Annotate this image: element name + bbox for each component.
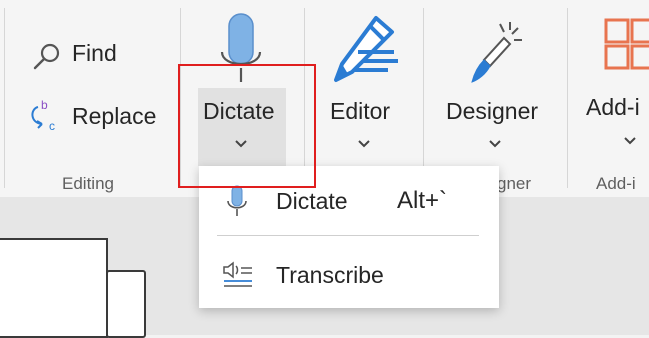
menu-item-transcribe[interactable]: Transcribe — [199, 248, 499, 302]
chevron-down-icon[interactable] — [488, 139, 502, 149]
menu-divider — [217, 235, 479, 236]
find-button[interactable]: Find — [28, 36, 158, 72]
replace-button[interactable]: b c Replace — [26, 97, 166, 135]
svg-text:c: c — [49, 119, 55, 133]
group-separator — [567, 8, 568, 188]
shortcut-label: Alt+` — [397, 187, 448, 214]
microphone-icon — [227, 185, 247, 216]
editor-label: Editor — [330, 98, 391, 124]
chevron-down-icon[interactable] — [357, 139, 371, 149]
menu-item-label: Transcribe — [276, 262, 384, 288]
designer-brush-icon — [471, 22, 522, 83]
chevron-down-icon[interactable] — [623, 136, 637, 146]
addins-button[interactable]: Add-i — [582, 10, 649, 166]
document-shape — [0, 238, 108, 338]
designer-button[interactable]: Designer — [436, 10, 556, 166]
document-shape — [106, 270, 146, 338]
search-icon — [33, 43, 60, 70]
find-label: Find — [72, 40, 117, 66]
menu-item-label: Dictate — [276, 188, 348, 214]
editing-group-label: Editing — [62, 174, 114, 193]
svg-text:b: b — [41, 98, 48, 112]
designer-label: Designer — [446, 98, 539, 124]
editor-button[interactable]: Editor — [318, 10, 412, 166]
addins-label: Add-i — [586, 94, 640, 120]
transcribe-icon — [223, 261, 252, 287]
highlight-box — [178, 64, 316, 188]
designer-group-label: gner — [497, 174, 532, 193]
replace-label: Replace — [72, 103, 157, 129]
addins-group-label: Add-i — [596, 174, 636, 193]
group-separator — [423, 8, 424, 188]
group-separator — [4, 8, 5, 188]
editor-pen-icon — [334, 16, 398, 82]
addins-grid-icon — [604, 18, 649, 70]
replace-icon: b c — [31, 98, 55, 133]
